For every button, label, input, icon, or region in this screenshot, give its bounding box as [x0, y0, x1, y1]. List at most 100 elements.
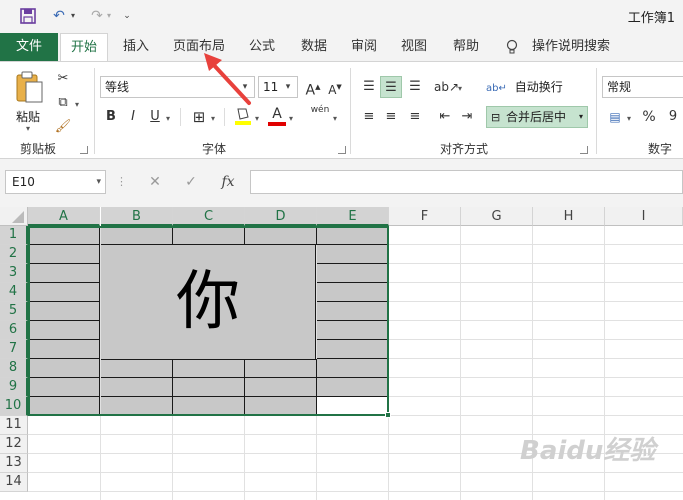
chevron-down-icon: ▾ — [285, 82, 291, 92]
tab-insert[interactable]: 插入 — [114, 33, 158, 61]
column-header-c[interactable]: C — [173, 207, 245, 226]
shrink-font-button[interactable]: A▼ — [324, 76, 346, 98]
gridline-row — [28, 491, 683, 492]
phonetic-button[interactable]: wén — [308, 104, 332, 126]
formula-input[interactable] — [250, 170, 683, 194]
phonetic-dropdown-icon[interactable]: ▾ — [333, 114, 337, 123]
select-all-corner[interactable] — [0, 207, 28, 226]
tell-me-search[interactable]: 操作说明搜索 — [526, 33, 616, 61]
font-size-combo[interactable]: 11 ▾ — [258, 76, 298, 98]
tab-view[interactable]: 视图 — [392, 33, 436, 61]
column-header-h[interactable]: H — [533, 207, 605, 226]
row-header-10[interactable]: 10 — [0, 397, 28, 416]
undo-dropdown-icon[interactable]: ▾ — [68, 6, 78, 26]
undo-icon[interactable]: ↶ — [48, 6, 70, 26]
tab-help[interactable]: 帮助 — [444, 33, 488, 61]
ribbon: 粘贴 ▾ ✂ ⧉ ▾ 🖌 剪贴板 等线 ▾ 11 ▾ A▲ A▼ B I U ▾… — [0, 61, 683, 159]
italic-button[interactable]: I — [122, 106, 144, 128]
column-header-b[interactable]: B — [101, 207, 173, 226]
tab-review[interactable]: 审阅 — [342, 33, 386, 61]
separator — [180, 108, 181, 126]
copy-icon[interactable]: ⧉ — [52, 92, 74, 114]
group-separator — [94, 68, 95, 154]
column-header-g[interactable]: G — [461, 207, 533, 226]
column-header-a[interactable]: A — [28, 207, 100, 226]
underline-dropdown-icon[interactable]: ▾ — [166, 114, 170, 123]
merge-center-button[interactable]: ⊟ 合并后居中 ▾ — [486, 106, 588, 128]
percent-button[interactable]: % — [638, 106, 660, 128]
fill-color-icon[interactable] — [232, 106, 254, 128]
row-header-1[interactable]: 1 — [0, 226, 28, 245]
underline-button[interactable]: U — [144, 106, 166, 128]
number-format-combo[interactable]: 常规 — [602, 76, 683, 98]
column-header-e[interactable]: E — [317, 207, 389, 226]
redo-dropdown-icon[interactable]: ▾ — [104, 6, 114, 26]
customize-qat-icon[interactable]: ⌄ — [120, 6, 134, 26]
align-center-icon[interactable]: ≡ — [380, 106, 402, 128]
format-painter-icon[interactable]: 🖌 — [52, 116, 74, 138]
row-header-9[interactable]: 9 — [0, 378, 28, 397]
tab-formulas[interactable]: 公式 — [240, 33, 284, 61]
copy-dropdown-icon[interactable]: ▾ — [75, 100, 79, 109]
bold-button[interactable]: B — [100, 106, 122, 128]
column-header-f[interactable]: F — [389, 207, 461, 226]
cancel-icon[interactable]: ✕ — [144, 170, 166, 194]
cut-icon[interactable]: ✂ — [52, 68, 74, 90]
bottom-align-icon[interactable]: ☰ — [404, 76, 426, 98]
increase-indent-icon[interactable]: ⇥ — [456, 106, 478, 128]
save-icon[interactable] — [18, 6, 38, 26]
orientation-icon[interactable]: ab↗ — [434, 76, 459, 98]
row-header-11[interactable]: 11 — [0, 416, 28, 435]
row-header-8[interactable]: 8 — [0, 359, 28, 378]
font-color-glyph: A — [272, 106, 282, 122]
borders-dropdown-icon[interactable]: ▾ — [211, 114, 215, 123]
enter-icon[interactable]: ✓ — [180, 170, 202, 194]
row-header-5[interactable]: 5 — [0, 302, 28, 321]
row-header-14[interactable]: 14 — [0, 473, 28, 492]
align-right-icon[interactable]: ≡ — [404, 106, 426, 128]
wrap-text-button[interactable]: ab↵ 自动换行 — [486, 76, 586, 98]
row-header-13[interactable]: 13 — [0, 454, 28, 473]
alignment-launcher-icon[interactable] — [580, 146, 588, 154]
font-color-dropdown-icon[interactable]: ▾ — [289, 114, 293, 123]
fill-color-dropdown-icon[interactable]: ▾ — [255, 114, 259, 123]
insert-function-icon[interactable]: fx — [216, 170, 240, 194]
row-header-3[interactable]: 3 — [0, 264, 28, 283]
row-header-7[interactable]: 7 — [0, 340, 28, 359]
tab-file[interactable]: 文件 — [0, 33, 58, 61]
number-format-value: 常规 — [607, 80, 632, 94]
grow-font-button[interactable]: A▲ — [302, 76, 324, 99]
orientation-dropdown-icon[interactable]: ▾ — [458, 84, 462, 93]
tab-data[interactable]: 数据 — [292, 33, 336, 61]
row-header-6[interactable]: 6 — [0, 321, 28, 340]
middle-align-icon[interactable]: ☰ — [380, 76, 402, 98]
top-align-icon[interactable]: ☰ — [358, 76, 380, 98]
align-left-icon[interactable]: ≡ — [358, 106, 380, 128]
row-header-12[interactable]: 12 — [0, 435, 28, 454]
accounting-format-icon[interactable]: ▤ — [604, 106, 626, 128]
font-name-combo[interactable]: 等线 ▾ — [100, 76, 255, 98]
comma-style-button[interactable]: 9 — [662, 106, 683, 128]
name-box[interactable]: E10 ▾ — [5, 170, 106, 194]
decrease-indent-icon[interactable]: ⇤ — [434, 106, 456, 128]
more-options-icon[interactable]: ⋮ — [116, 170, 127, 194]
merge-center-label: 合并后居中 — [506, 110, 567, 124]
alignment-group-label: 对齐方式 — [440, 142, 489, 156]
fill-handle[interactable] — [385, 412, 391, 418]
column-header-d[interactable]: D — [245, 207, 317, 226]
paste-button[interactable]: 粘贴 ▾ — [10, 70, 48, 133]
tab-page-layout[interactable]: 页面布局 — [166, 33, 232, 61]
row-header-4[interactable]: 4 — [0, 283, 28, 302]
row-header-2[interactable]: 2 — [0, 245, 28, 264]
clipboard-group-label: 剪贴板 — [20, 142, 57, 156]
accounting-dropdown-icon[interactable]: ▾ — [627, 114, 631, 123]
font-color-button[interactable]: A — [266, 104, 288, 126]
paste-icon — [16, 71, 43, 103]
font-launcher-icon[interactable] — [338, 146, 346, 154]
clipboard-launcher-icon[interactable] — [80, 146, 88, 154]
tab-home[interactable]: 开始 — [60, 33, 108, 62]
borders-icon[interactable]: ⊞ — [188, 106, 210, 128]
group-separator — [596, 68, 597, 154]
column-header-i[interactable]: I — [605, 207, 683, 226]
name-box-value: E10 — [12, 175, 35, 189]
